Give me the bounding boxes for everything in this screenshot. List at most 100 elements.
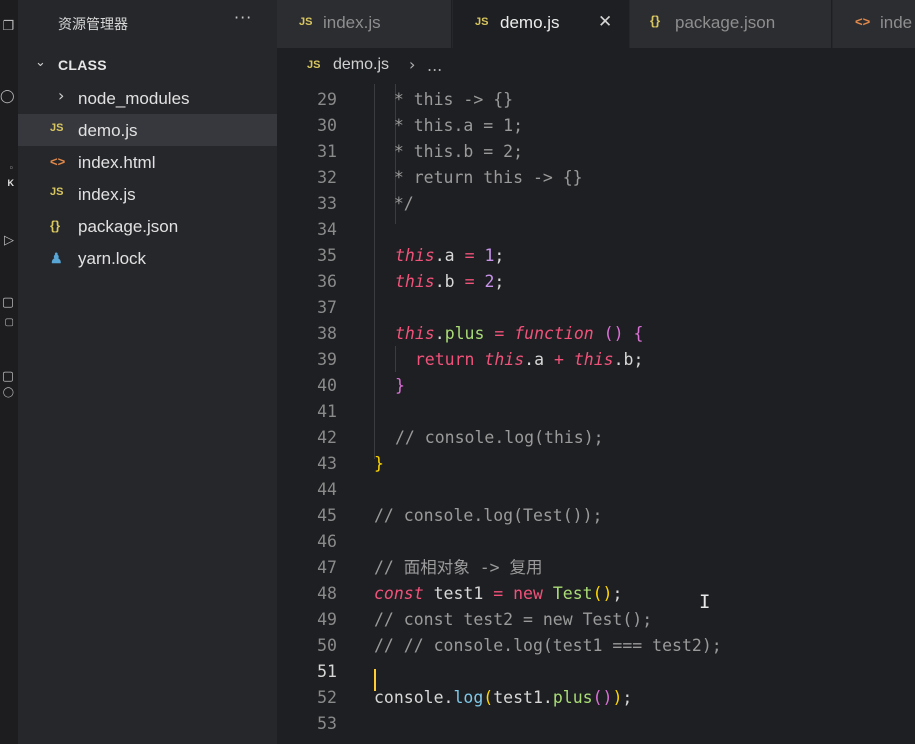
- code-line: 49 // const test2 = new Test();: [277, 607, 915, 633]
- code-line: 32 * return this -> {}: [277, 165, 915, 191]
- code-token: * return this -> {}: [374, 168, 583, 187]
- code-line: 47 // 面相对象 -> 复用: [277, 555, 915, 581]
- folder-class[interactable]: ⌄ CLASS: [18, 53, 277, 79]
- json-file-icon: {}: [50, 218, 61, 233]
- search-icon[interactable]: ◯: [0, 90, 15, 104]
- tab-demo-js[interactable]: JS demo.js ✕: [453, 0, 629, 48]
- code-token: * this.a = 1;: [374, 116, 524, 135]
- code-token: plus: [552, 688, 593, 707]
- tree-item-label: package.json: [78, 217, 179, 236]
- run-debug-icon[interactable]: ▷: [0, 234, 14, 248]
- explorer-sidebar: 资源管理器 ··· ⌄ CLASS › node_modules JS demo…: [18, 0, 277, 744]
- line-number: 31: [317, 142, 337, 161]
- explorer-title: 资源管理器: [58, 17, 128, 33]
- line-number: 41: [317, 402, 337, 421]
- close-icon[interactable]: ✕: [598, 12, 612, 32]
- code-token: ;: [612, 584, 623, 603]
- js-file-icon: JS: [299, 16, 313, 28]
- code-text: }: [395, 373, 405, 399]
- folder-label: CLASS: [58, 57, 107, 73]
- code-token: plus: [444, 324, 485, 343]
- code-token: */: [374, 194, 414, 213]
- html-file-icon: <>: [50, 154, 66, 169]
- code-line: 35 this.a = 1;: [277, 243, 915, 269]
- code-text: this.plus = function () {: [395, 321, 643, 347]
- code-text: const test1 = new Test();: [374, 581, 622, 607]
- more-actions-icon[interactable]: ···: [234, 8, 252, 27]
- code-line: 51: [277, 659, 915, 685]
- code-token: this: [395, 324, 435, 343]
- code-text: // console.log(this);: [395, 425, 604, 451]
- chevron-right-icon: ›: [58, 86, 65, 105]
- code-text: * this.a = 1;: [374, 113, 523, 139]
- line-number: 32: [317, 168, 337, 187]
- code-token: console.: [374, 688, 454, 707]
- js-file-icon: JS: [307, 59, 321, 71]
- code-token: .b: [434, 272, 465, 291]
- code-line: 34: [277, 217, 915, 243]
- source-control-icon[interactable]: ◦: [0, 162, 14, 176]
- code-token: (): [592, 688, 613, 707]
- code-line: 39 return this.a + this.b;: [277, 347, 915, 373]
- tree-item-demo-js[interactable]: JS demo.js: [18, 114, 277, 146]
- code-text: // // console.log(test1 === test2);: [374, 633, 722, 659]
- code-line: 52 console.log(test1.plus());: [277, 685, 915, 711]
- json-file-icon: {}: [650, 13, 661, 28]
- code-token: this: [395, 246, 435, 265]
- code-line: 53: [277, 711, 915, 737]
- tab-label: index.js: [323, 13, 381, 32]
- code-token: =: [493, 584, 504, 603]
- code-token: +: [553, 350, 564, 369]
- tree-item-node-modules[interactable]: › node_modules: [18, 82, 277, 114]
- code-line: 48 const test1 = new Test();: [277, 581, 915, 607]
- line-number: 48: [317, 584, 337, 603]
- tree-item-yarn-lock[interactable]: ♟ yarn.lock: [18, 242, 277, 274]
- code-line: 36 this.b = 2;: [277, 269, 915, 295]
- code-line: 31 * this.b = 2;: [277, 139, 915, 165]
- extensions-icon[interactable]: ▢: [0, 296, 14, 310]
- tree-item-index-html[interactable]: <> index.html: [18, 146, 277, 178]
- code-token: // const test2 = new Test();: [374, 610, 653, 629]
- code-editor[interactable]: I 29 * this -> {} 30 * this.a = 1; 31 * th…: [277, 84, 915, 744]
- breadcrumb-symbols[interactable]: ...: [427, 56, 442, 75]
- tab-package-json[interactable]: {} package.json: [630, 0, 832, 48]
- line-number: 45: [317, 506, 337, 525]
- tree-item-index-js[interactable]: JS index.js: [18, 178, 277, 210]
- code-line: 30 * this.a = 1;: [277, 113, 915, 139]
- code-text: * return this -> {}: [374, 165, 583, 191]
- code-text: this.a = 1;: [395, 243, 504, 269]
- tab-index-js[interactable]: JS index.js: [277, 0, 452, 48]
- code-line: 44: [277, 477, 915, 503]
- tree-item-label: yarn.lock: [78, 249, 147, 268]
- code-token: .: [434, 324, 445, 343]
- code-token: {: [633, 324, 644, 343]
- code-text: }: [374, 451, 384, 477]
- line-number: 43: [317, 454, 337, 473]
- code-token: test1: [423, 584, 494, 603]
- activity-badge: K: [7, 178, 15, 188]
- tree-item-package-json[interactable]: {} package.json: [18, 210, 277, 242]
- code-token: .b;: [613, 350, 644, 369]
- tab-index-html[interactable]: <> inde: [833, 0, 915, 48]
- line-number: 49: [317, 610, 337, 629]
- remote-sub-icon: ◯: [2, 387, 14, 398]
- code-token: ;: [494, 246, 505, 265]
- js-file-icon: JS: [475, 16, 489, 28]
- code-text: return this.a + this.b;: [395, 347, 644, 373]
- remote-icon[interactable]: ▢: [0, 370, 14, 384]
- breadcrumb-file[interactable]: demo.js: [333, 56, 389, 74]
- line-number: 52: [317, 688, 337, 707]
- js-file-icon: JS: [50, 122, 64, 134]
- files-icon[interactable]: ❐: [0, 20, 14, 34]
- code-line: 46: [277, 529, 915, 555]
- code-token: ;: [622, 688, 633, 707]
- code-text: * this.b = 2;: [374, 139, 523, 165]
- js-file-icon: JS: [50, 186, 64, 198]
- code-text: * this -> {}: [374, 87, 513, 113]
- code-token: log: [453, 688, 484, 707]
- code-token: ;: [494, 272, 505, 291]
